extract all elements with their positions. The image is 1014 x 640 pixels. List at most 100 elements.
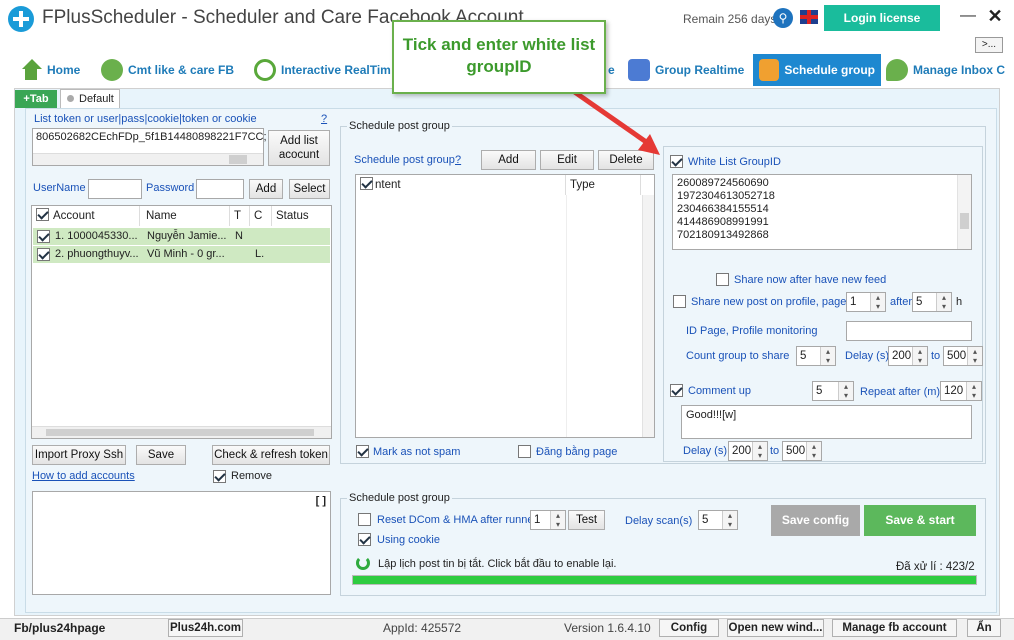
delay-scan-stepper[interactable]: 5: [698, 510, 738, 530]
add-list-account-button[interactable]: Add list acocunt: [268, 130, 330, 166]
col-account-label: Account: [53, 210, 95, 222]
token-hscroll[interactable]: [33, 153, 263, 165]
delay2-to-stepper[interactable]: 500: [782, 441, 822, 461]
comment-textarea[interactable]: Good!!![w]: [681, 405, 972, 439]
token-hscroll-thumb[interactable]: [229, 155, 247, 164]
table-row[interactable]: 2. phuongthuyv... Vũ Minh - 0 gr... L.: [33, 246, 330, 263]
delay-to-stepper[interactable]: 500: [943, 346, 983, 366]
username-input[interactable]: [88, 179, 142, 199]
white-list-vscroll[interactable]: [957, 175, 971, 249]
col-name-header[interactable]: Name: [142, 206, 230, 226]
arrow-shaft: [564, 83, 654, 149]
accounts-hscroll-thumb[interactable]: [46, 429, 314, 436]
col-status-header[interactable]: Status: [272, 206, 332, 226]
minimize-icon[interactable]: —: [958, 7, 978, 27]
mark-not-spam-checkbox[interactable]: [356, 445, 369, 458]
tab-interactive-realtime[interactable]: Interactive RealTim: [254, 54, 391, 86]
id-page-label: ID Page, Profile monitoring: [686, 325, 818, 337]
white-list-vscroll-thumb[interactable]: [960, 213, 969, 229]
password-label: Password: [146, 182, 195, 194]
remain-days: Remain 256 days: [683, 12, 777, 26]
import-proxy-button[interactable]: Import Proxy Ssh: [32, 445, 126, 465]
white-list-label: White List GroupID: [688, 156, 781, 168]
how-to-add-accounts-link[interactable]: How to add accounts: [32, 470, 135, 482]
count-group-stepper[interactable]: 5: [796, 346, 836, 366]
accounts-grid[interactable]: Account Name T C Status 1. 1000045330...…: [31, 205, 332, 439]
open-new-window-button[interactable]: Open new wind...: [727, 619, 824, 637]
manage-fb-account-button[interactable]: Manage fb account: [832, 619, 957, 637]
col-t-header[interactable]: T: [230, 206, 250, 226]
save-accounts-button[interactable]: Save: [136, 445, 186, 465]
select-all-checkbox[interactable]: [36, 208, 49, 221]
row-checkbox[interactable]: [37, 248, 50, 261]
progress-bar: [352, 575, 977, 585]
accounts-hscroll[interactable]: [32, 426, 331, 438]
white-list-checkbox[interactable]: [670, 155, 683, 168]
tab-manage-inbox-label: Manage Inbox C: [913, 63, 1006, 77]
reset-dcom-checkbox[interactable]: [358, 513, 371, 526]
id-page-input[interactable]: [846, 321, 972, 341]
tab-home[interactable]: Home: [20, 54, 80, 86]
table-row[interactable]: 1. 1000045330... Nguyễn Jamie... N: [33, 228, 330, 245]
log-textarea[interactable]: [ ]: [32, 491, 331, 595]
tab-cmt-label: Cmt like & care FB: [128, 63, 235, 77]
group-id: 1972304613052718: [677, 190, 775, 202]
version-label: Version 1.6.4.10: [564, 621, 651, 635]
tab-cmt-like[interactable]: Cmt like & care FB: [101, 54, 234, 86]
col-content-header[interactable]: ntent: [356, 175, 566, 195]
group-id: 260089724560690: [677, 177, 769, 189]
check-refresh-token-button[interactable]: Check & refresh token: [212, 445, 330, 465]
add-account-button[interactable]: Add: [249, 179, 283, 199]
close-icon[interactable]: ✕: [984, 6, 1006, 28]
config-button[interactable]: Config: [659, 619, 719, 637]
delay2-from-stepper[interactable]: 200: [728, 441, 768, 461]
tab-manage-inbox[interactable]: Manage Inbox C: [886, 54, 1005, 86]
clock-icon: [254, 59, 276, 81]
share-profile-checkbox[interactable]: [673, 295, 686, 308]
repeat-after-stepper[interactable]: 120: [940, 381, 982, 401]
group-id: 702180913492868: [677, 229, 769, 241]
col-account-header[interactable]: Account: [32, 206, 140, 226]
uk-flag-icon[interactable]: [800, 10, 818, 24]
schedule-content-grid[interactable]: ntent Type: [355, 174, 655, 438]
after-stepper[interactable]: 5: [912, 292, 952, 312]
white-list-textarea[interactable]: 260089724560690 1972304613052718 2304663…: [672, 174, 972, 250]
password-input[interactable]: [196, 179, 244, 199]
add-tab-button[interactable]: +Tab: [15, 90, 57, 108]
tab-default[interactable]: Default: [60, 89, 120, 109]
using-cookie-checkbox[interactable]: [358, 533, 371, 546]
share-profile-stepper[interactable]: 1: [846, 292, 886, 312]
row-checkbox[interactable]: [37, 230, 50, 243]
share-now-checkbox[interactable]: [716, 273, 729, 286]
schedule-help-link[interactable]: ?: [455, 154, 461, 166]
reset-value-stepper[interactable]: 1: [530, 510, 566, 530]
hide-button[interactable]: Ẩn: [967, 619, 1001, 637]
col-content-label: ntent: [375, 179, 401, 191]
select-all-posts-checkbox[interactable]: [360, 177, 373, 190]
site-link[interactable]: Plus24h.com: [168, 619, 243, 637]
save-config-button[interactable]: Save config: [771, 505, 860, 536]
comment-count-stepper[interactable]: 5: [812, 381, 854, 401]
test-button[interactable]: Test: [568, 510, 605, 530]
dang-bang-page-checkbox[interactable]: [518, 445, 531, 458]
more-button[interactable]: >...: [975, 37, 1003, 53]
delay-from-stepper[interactable]: 200: [888, 346, 928, 366]
save-start-button[interactable]: Save & start: [864, 505, 976, 536]
comment-up-checkbox[interactable]: [670, 384, 683, 397]
token-value: 806502682CEchFDp_5f1B14480898221F7CC;: [36, 131, 267, 143]
col-type-header[interactable]: Type: [566, 175, 641, 195]
schedule-add-button[interactable]: Add: [481, 150, 536, 170]
login-license-button[interactable]: Login license: [824, 5, 940, 31]
remove-checkbox[interactable]: [213, 470, 226, 483]
fb-page-label[interactable]: Fb/plus24hpage: [14, 620, 105, 637]
tab-schedule-group[interactable]: Schedule group: [753, 54, 881, 86]
schedule-vscroll[interactable]: [642, 195, 654, 437]
row-c: L.: [255, 248, 265, 260]
token-help-link[interactable]: ?: [321, 113, 327, 125]
select-button[interactable]: Select: [289, 179, 330, 199]
token-input[interactable]: 806502682CEchFDp_5f1B14480898221F7CC;: [32, 128, 267, 166]
group-id: 414486908991991: [677, 216, 769, 228]
group-icon: [628, 59, 650, 81]
col-c-header[interactable]: C: [250, 206, 272, 226]
key-icon[interactable]: ⚲: [773, 8, 793, 28]
